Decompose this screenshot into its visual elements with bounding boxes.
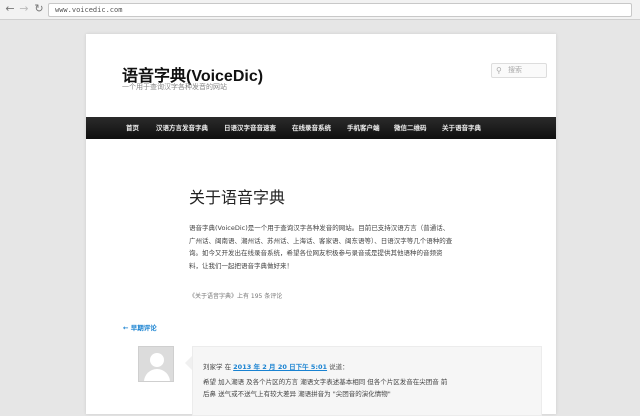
nav-item-home[interactable]: 首页 (126, 117, 139, 139)
comment-said-label: 说道： (329, 363, 349, 371)
forward-arrow-icon[interactable]: → (18, 3, 30, 15)
nav-item-dialect-dictionary[interactable]: 汉语方言发音字典 (156, 117, 208, 139)
comment: 刘家学 在 2013 年 2 月 20 日下午 5:01 说道： 希望 加入潮语… (192, 346, 542, 416)
article-body: 语音字典(VoiceDic)是一个用于查询汉字各种发音的网站。目前已支持汉语方言… (189, 224, 453, 270)
page-card: 语音字典(VoiceDic) 一个用于查询汉字各种发音的网站 ⚲ 搜索 首页 汉… (86, 34, 556, 416)
main-navigation: 首页 汉语方言发音字典 日语汉字音音速查 在线录音系统 手机客户端 微信二维码 … (86, 117, 556, 139)
nav-item-about[interactable]: 关于语音字典 (442, 117, 481, 139)
search-input[interactable]: ⚲ 搜索 (491, 63, 547, 78)
article-title: 关于语音字典 (189, 188, 286, 207)
older-comments-link[interactable]: ← 早期评论 (123, 322, 157, 332)
address-bar[interactable]: www.voicedic.com (48, 3, 632, 17)
browser-toolbar: ← → ↻ www.voicedic.com (0, 0, 640, 20)
site-description: 一个用于查询汉字各种发音的网站 (122, 83, 227, 91)
nav-item-online-recording[interactable]: 在线录音系统 (292, 117, 331, 139)
comment-meta: 刘家学 在 2013 年 2 月 20 日下午 5:01 说道： (203, 361, 349, 371)
nav-item-japanese-kanji[interactable]: 日语汉字音音速查 (224, 117, 276, 139)
search-placeholder: 搜索 (508, 66, 522, 74)
avatar-head-shape (150, 353, 164, 367)
nav-item-mobile-client[interactable]: 手机客户端 (347, 117, 380, 139)
search-icon: ⚲ (496, 66, 502, 75)
comment-author: 刘家学 在 (203, 363, 232, 371)
nav-item-wechat-qrcode[interactable]: 微信二维码 (394, 117, 427, 139)
comment-count-link[interactable]: 《关于语音字典》上有 195 条评论 (189, 291, 282, 300)
comment-date-link[interactable]: 2013 年 2 月 20 日下午 5:01 (233, 363, 327, 371)
back-arrow-icon[interactable]: ← (4, 3, 16, 15)
avatar-body-shape (144, 369, 170, 381)
comment-text: 希望 加入潮语 及各个片区的方言 潮语文字表述基本相同 但各个片区发音在尖团音 … (203, 378, 448, 398)
reload-icon[interactable]: ↻ (33, 3, 45, 15)
avatar (138, 346, 174, 382)
comment-bubble-tail (185, 356, 192, 370)
